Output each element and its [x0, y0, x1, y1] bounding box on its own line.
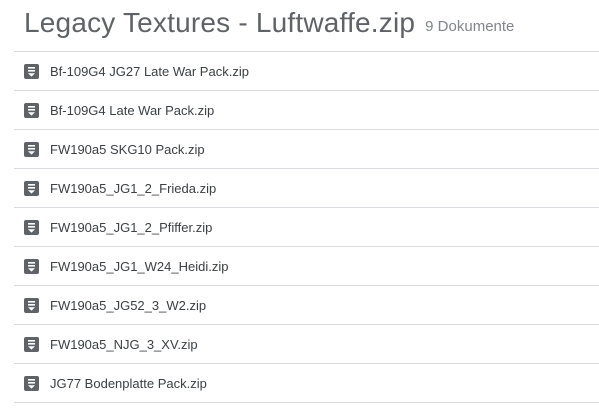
archive-file-icon — [24, 375, 39, 391]
archive-file-icon — [24, 180, 39, 196]
file-row[interactable]: JG77 Bodenplatte Pack.zip — [14, 364, 599, 403]
archive-file-icon — [24, 297, 39, 313]
archive-file-icon — [24, 258, 39, 274]
file-name[interactable]: FW190a5_JG1_2_Pfiffer.zip — [50, 220, 212, 235]
file-name[interactable]: Bf-109G4 JG27 Late War Pack.zip — [50, 64, 249, 79]
archive-file-icon — [24, 219, 39, 235]
file-row[interactable]: FW190a5 SKG10 Pack.zip — [14, 130, 599, 169]
file-name[interactable]: FW190a5 SKG10 Pack.zip — [50, 142, 205, 157]
document-count: 9 Dokumente — [425, 17, 515, 35]
file-row[interactable]: FW190a5_JG1_2_Pfiffer.zip — [14, 208, 599, 247]
file-name[interactable]: JG77 Bodenplatte Pack.zip — [50, 376, 207, 391]
file-row[interactable]: Bf-109G4 Late War Pack.zip — [14, 91, 599, 130]
file-row[interactable]: FW190a5_JG1_W24_Heidi.zip — [14, 247, 599, 286]
file-name[interactable]: FW190a5_NJG_3_XV.zip — [50, 337, 198, 352]
file-row[interactable]: FW190a5_NJG_3_XV.zip — [14, 325, 599, 364]
archive-file-icon — [24, 63, 39, 79]
file-name[interactable]: FW190a5_JG1_W24_Heidi.zip — [50, 259, 228, 274]
folder-header: Legacy Textures - Luftwaffe.zip 9 Dokume… — [24, 0, 514, 46]
file-row[interactable]: Bf-109G4 JG27 Late War Pack.zip — [14, 52, 599, 91]
file-row[interactable]: FW190a5_JG1_2_Frieda.zip — [14, 169, 599, 208]
archive-file-icon — [24, 336, 39, 352]
archive-file-icon — [24, 102, 39, 118]
file-name[interactable]: FW190a5_JG1_2_Frieda.zip — [50, 181, 216, 196]
file-name[interactable]: Bf-109G4 Late War Pack.zip — [50, 103, 214, 118]
folder-title: Legacy Textures - Luftwaffe.zip — [24, 7, 416, 38]
file-row[interactable]: FW190a5_JG52_3_W2.zip — [14, 286, 599, 325]
file-name[interactable]: FW190a5_JG52_3_W2.zip — [50, 298, 206, 313]
file-list: Bf-109G4 JG27 Late War Pack.zip Bf-109G4… — [14, 51, 599, 403]
archive-file-icon — [24, 141, 39, 157]
